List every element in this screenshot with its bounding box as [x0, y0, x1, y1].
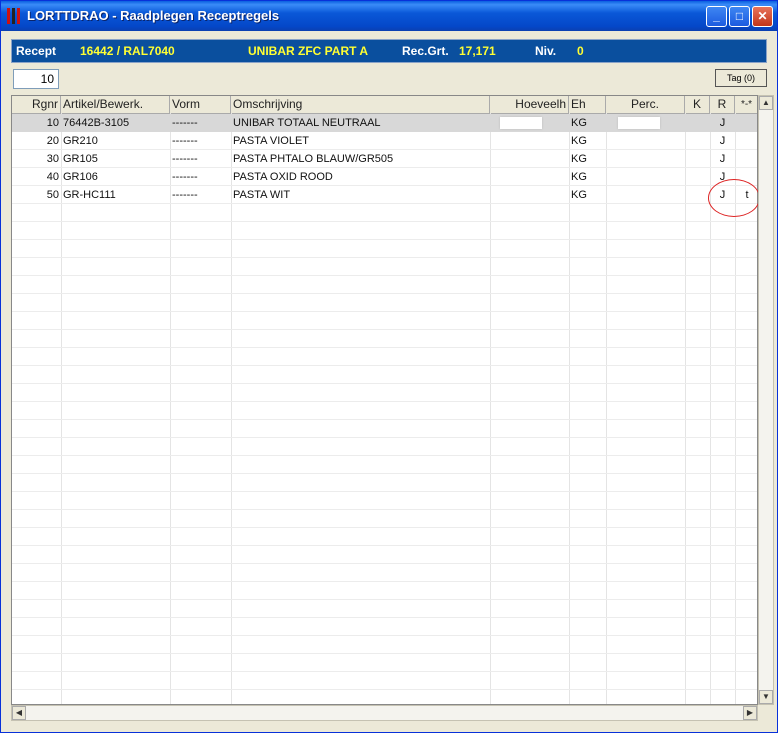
scroll-up-icon[interactable]: ▲: [759, 96, 773, 110]
cell-vorm: -------: [172, 117, 198, 129]
grid-row-line: [12, 221, 757, 222]
col-header-rgnr[interactable]: Rgnr: [12, 96, 61, 113]
cell-rgnr: 40: [46, 171, 59, 183]
grid-row-line: [12, 437, 757, 438]
cell-rgnr: 10: [46, 117, 59, 129]
minimize-button[interactable]: _: [706, 6, 727, 27]
grid-row-line: [12, 617, 757, 618]
window-title: LORTTDRAO - Raadplegen Receptregels: [27, 8, 280, 23]
grid-row-line: [12, 419, 757, 420]
grid-row-line: [12, 347, 757, 348]
table-row[interactable]: 30 GR105 ------- PASTA PHTALO BLAUW/GR50…: [12, 150, 757, 168]
recipe-header: Recept 16442 / RAL7040 UNIBAR ZFC PART A…: [11, 39, 767, 63]
grid-row-line: [12, 455, 757, 456]
maximize-button[interactable]: □: [729, 6, 750, 27]
table-row[interactable]: 10 76442B-3105 ------- UNIBAR TOTAAL NEU…: [12, 114, 757, 132]
cell-omschrijving: PASTA VIOLET: [233, 135, 310, 147]
toolbar: 10 Tag (0): [11, 67, 767, 93]
scroll-left-icon[interactable]: ◀: [12, 706, 26, 720]
table-row[interactable]: 40 GR106 ------- PASTA OXID ROOD KG J: [12, 168, 757, 186]
close-button[interactable]: ✕: [752, 6, 773, 27]
grid-row-line: [12, 527, 757, 528]
scroll-down-icon[interactable]: ▼: [759, 690, 773, 704]
grid-row-line: [12, 491, 757, 492]
annotation-circle: [708, 179, 760, 217]
cell-vorm: -------: [172, 135, 198, 147]
recept-value: 16442 / RAL7040: [80, 44, 175, 58]
cell-vorm: -------: [172, 171, 198, 183]
grid-row-line: [12, 329, 757, 330]
recipe-description: UNIBAR ZFC PART A: [248, 44, 368, 58]
redacted-percentage: [618, 117, 660, 129]
cell-omschrijving: PASTA PHTALO BLAUW/GR505: [233, 153, 394, 165]
cell-rgnr: 30: [46, 153, 59, 165]
col-header-eh[interactable]: Eh: [569, 96, 606, 113]
app-icon: [6, 8, 22, 24]
cell-artikel: GR106: [63, 171, 98, 183]
table-row[interactable]: 20 GR210 ------- PASTA VIOLET KG J: [12, 132, 757, 150]
niv-value: 0: [577, 44, 584, 58]
cell-eh: KG: [571, 117, 587, 129]
cell-r: J: [719, 135, 726, 147]
grid-row-line: [12, 401, 757, 402]
col-header-vorm[interactable]: Vorm: [170, 96, 231, 113]
cell-eh: KG: [571, 189, 587, 201]
col-header-omschrijving[interactable]: Omschrijving: [231, 96, 490, 113]
cell-rgnr: 50: [46, 189, 59, 201]
cell-r: J: [719, 117, 726, 129]
grid-row-line: [12, 473, 757, 474]
cell-rgnr: 20: [46, 135, 59, 147]
grid-row-line: [12, 239, 757, 240]
cell-artikel: 76442B-3105: [63, 117, 130, 129]
vertical-scrollbar[interactable]: ▲ ▼: [758, 95, 774, 705]
grid-row-line: [12, 599, 757, 600]
row-number-input[interactable]: 10: [13, 69, 59, 89]
cell-omschrijving: PASTA WIT: [233, 189, 291, 201]
cell-r: J: [719, 153, 726, 165]
recipe-lines-grid[interactable]: Rgnr Artikel/Bewerk. Vorm Omschrijving H…: [11, 95, 758, 705]
col-header-r[interactable]: R: [710, 96, 735, 113]
cell-omschrijving: UNIBAR TOTAAL NEUTRAAL: [233, 117, 381, 129]
grid-row-line: [12, 671, 757, 672]
cell-artikel: GR-HC111: [63, 189, 116, 201]
grid-row-line: [12, 563, 757, 564]
grid-row-line: [12, 689, 757, 690]
grid-row-line: [12, 311, 757, 312]
grid-row-line: [12, 257, 757, 258]
grid-row-line: [12, 581, 757, 582]
grid-row-line: [12, 293, 757, 294]
grid-row-line: [12, 275, 757, 276]
grid-row-line: [12, 365, 757, 366]
scroll-right-icon[interactable]: ▶: [743, 706, 757, 720]
grid-row-line: [12, 509, 757, 510]
niv-label: Niv.: [535, 44, 557, 58]
col-header-artikel[interactable]: Artikel/Bewerk.: [61, 96, 170, 113]
grid-row-line: [12, 545, 757, 546]
cell-eh: KG: [571, 135, 587, 147]
table-row[interactable]: 50 GR-HC111 ------- PASTA WIT KG J t: [12, 186, 757, 204]
col-header-perc[interactable]: Perc.: [606, 96, 685, 113]
recept-label: Recept: [16, 44, 57, 58]
grid-header: Rgnr Artikel/Bewerk. Vorm Omschrijving H…: [12, 96, 757, 114]
recgrt-label: Rec.Grt.: [402, 44, 449, 58]
cell-eh: KG: [571, 153, 587, 165]
grid-row-line: [12, 653, 757, 654]
cell-vorm: -------: [172, 153, 198, 165]
horizontal-scrollbar[interactable]: ◀ ▶: [11, 705, 758, 721]
col-header-hoeveelh[interactable]: Hoeveelh: [490, 96, 569, 113]
grid-row-line: [12, 383, 757, 384]
cell-vorm: -------: [172, 189, 198, 201]
redacted-quantity: [500, 117, 542, 129]
window: LORTTDRAO - Raadplegen Receptregels _ □ …: [0, 0, 778, 733]
cell-eh: KG: [571, 171, 587, 183]
grid-row-line: [12, 635, 757, 636]
cell-artikel: GR105: [63, 153, 98, 165]
col-header-k[interactable]: K: [685, 96, 710, 113]
title-bar[interactable]: LORTTDRAO - Raadplegen Receptregels _ □ …: [1, 1, 777, 31]
col-header-extra[interactable]: *-*: [735, 96, 757, 113]
tag-button[interactable]: Tag (0): [715, 69, 767, 87]
recgrt-value: 17,171: [459, 44, 496, 58]
cell-artikel: GR210: [63, 135, 98, 147]
cell-omschrijving: PASTA OXID ROOD: [233, 171, 333, 183]
